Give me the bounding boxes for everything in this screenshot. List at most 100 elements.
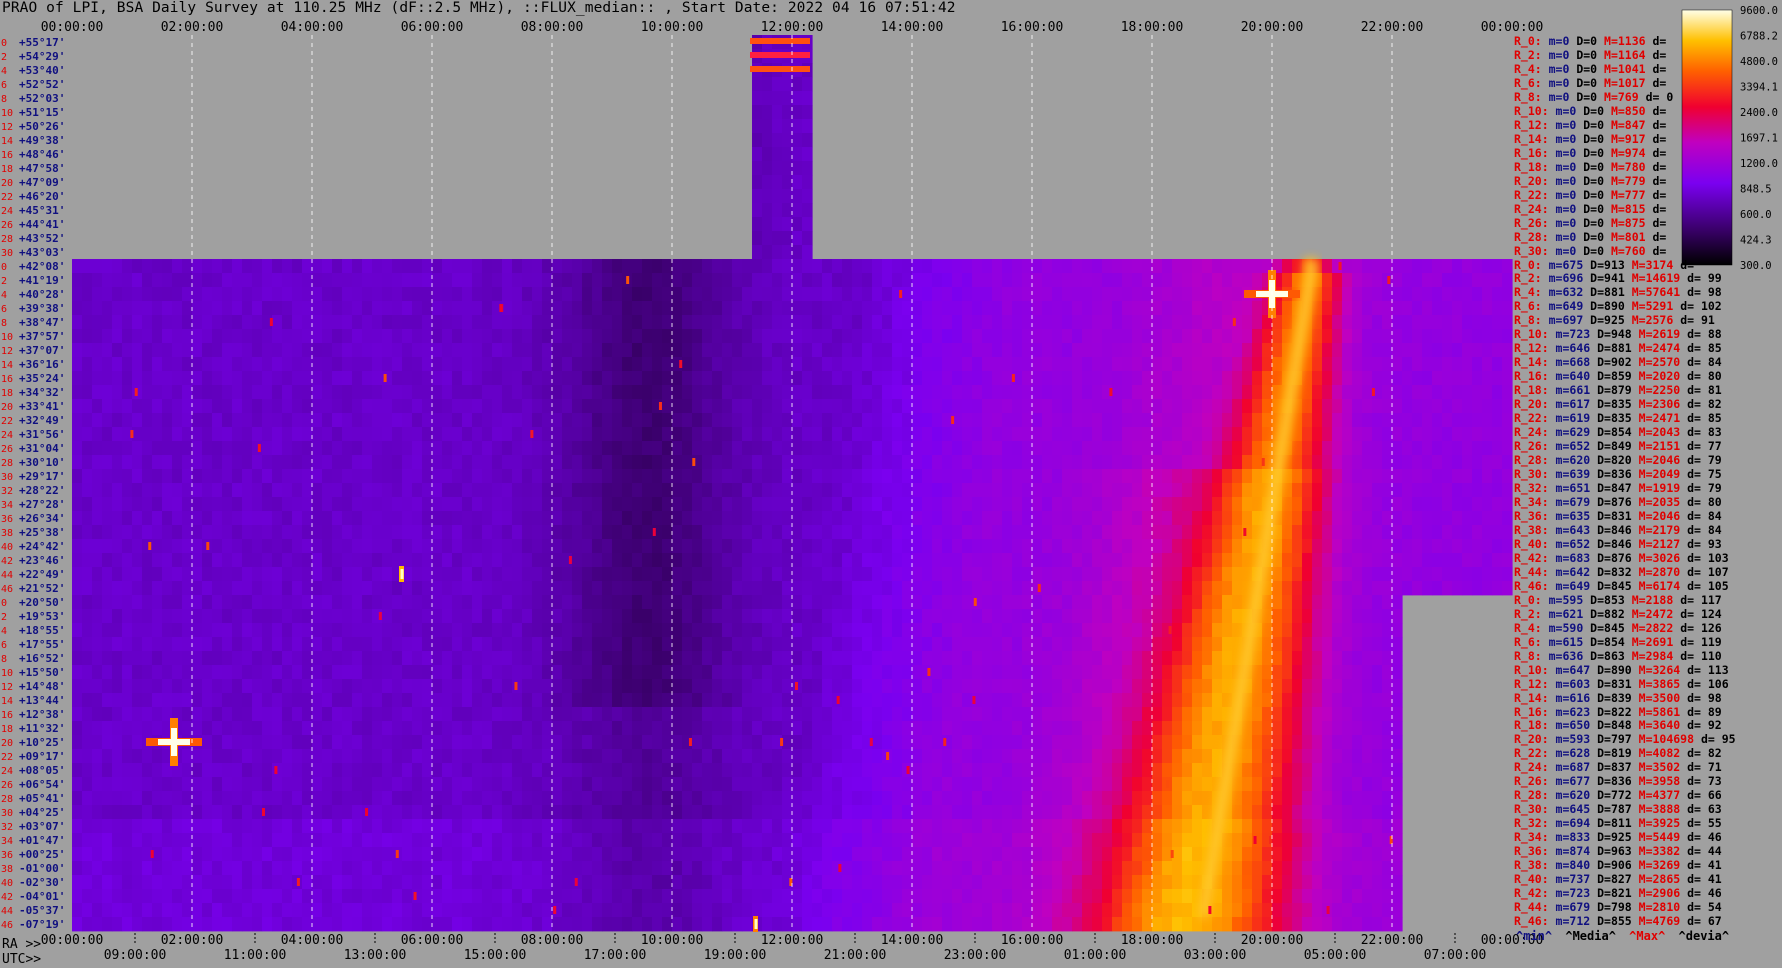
heatmap-cell [1112, 329, 1123, 344]
heatmap-cell [682, 553, 693, 568]
heatmap-cell [232, 385, 243, 400]
heatmap-cell [282, 567, 293, 582]
heatmap-cell [1412, 259, 1423, 274]
heatmap-cell [752, 665, 763, 680]
heatmap-cell [1152, 581, 1163, 596]
heatmap-cell [962, 399, 973, 414]
heatmap-cell [192, 721, 203, 736]
heatmap-cell [1202, 581, 1213, 596]
heatmap-cell [842, 665, 853, 680]
heatmap-cell [532, 553, 543, 568]
heatmap-cell [452, 637, 463, 652]
heatmap-cell [1282, 497, 1293, 512]
heatmap-cell [732, 497, 743, 512]
heatmap-cell [1202, 399, 1213, 414]
heatmap-cell [592, 525, 603, 540]
heatmap-cell [432, 469, 443, 484]
heatmap-cell [162, 469, 173, 484]
heatmap-cell [442, 315, 453, 330]
heatmap-cell [602, 413, 613, 428]
heatmap-cell [262, 441, 273, 456]
heatmap-cell [742, 665, 753, 680]
heatmap-cell [102, 483, 113, 498]
heatmap-cell [362, 357, 373, 372]
heatmap-cell [632, 567, 643, 582]
heatmap-cell [742, 735, 753, 750]
heatmap-cell [1352, 343, 1363, 358]
heatmap-cell [292, 357, 303, 372]
heatmap-cell [882, 679, 893, 694]
heatmap-cell [752, 651, 763, 666]
heatmap-cell [1102, 483, 1113, 498]
heatmap-cell [572, 441, 583, 456]
heatmap-cell [972, 525, 983, 540]
heatmap-cell [1022, 441, 1033, 456]
heatmap-cell [1172, 483, 1183, 498]
heatmap-cell [312, 595, 323, 610]
heatmap-cell [1302, 623, 1313, 638]
heatmap-cell [732, 665, 743, 680]
heatmap-cell [842, 567, 853, 582]
heatmap-cell [822, 329, 833, 344]
heatmap-cell [672, 413, 683, 428]
heatmap-cell [1392, 329, 1403, 344]
heatmap-cell [932, 511, 943, 526]
heatmap-cell [832, 301, 843, 316]
heatmap-cell [362, 665, 373, 680]
heatmap-cell [702, 553, 713, 568]
heatmap-cell [982, 693, 993, 708]
heatmap-cell [152, 413, 163, 428]
heatmap-cell [1252, 693, 1263, 708]
heatmap-cell [762, 595, 773, 610]
heatmap-cell [862, 413, 873, 428]
heatmap-cell [212, 665, 223, 680]
heatmap-cell [1352, 651, 1363, 666]
heatmap-cell [1072, 511, 1083, 526]
heatmap-cell [352, 651, 363, 666]
heatmap-cell [482, 679, 493, 694]
heatmap-cell [442, 651, 453, 666]
heatmap-cell [1052, 623, 1063, 638]
heatmap-cell [262, 511, 273, 526]
heatmap-cell [1172, 259, 1183, 274]
heatmap-cell [592, 595, 603, 610]
heatmap-cell [912, 315, 923, 330]
heatmap-cell [152, 259, 163, 274]
heatmap-cell [112, 595, 123, 610]
heatmap-cell [1092, 469, 1103, 484]
heatmap-cell [752, 315, 763, 330]
heatmap-cell [1022, 693, 1033, 708]
heatmap-cell [1482, 259, 1493, 274]
heatmap-cell [1142, 399, 1153, 414]
heatmap-cell [1342, 427, 1353, 442]
heatmap-cell [1332, 371, 1343, 386]
heatmap-cell [452, 357, 463, 372]
heatmap-cell [772, 203, 783, 218]
heatmap-cell [432, 329, 443, 344]
heatmap-cell [742, 693, 753, 708]
heatmap-cell [542, 623, 553, 638]
heatmap-cell [1412, 497, 1423, 512]
heatmap-cell [1092, 413, 1103, 428]
heatmap-cell [1482, 553, 1493, 568]
heatmap-cell [402, 735, 413, 750]
heatmap-cell [1402, 581, 1413, 596]
heatmap-cell [482, 735, 493, 750]
heatmap-cell [512, 511, 523, 526]
heatmap-cell [222, 259, 233, 274]
heatmap-cell [602, 385, 613, 400]
heatmap-cell [1362, 651, 1373, 666]
heatmap-cell [212, 609, 223, 624]
heatmap-cell [682, 343, 693, 358]
heatmap-cell [1112, 399, 1123, 414]
heatmap-cell [1462, 287, 1473, 302]
heatmap-cell [322, 343, 333, 358]
heatmap-cell [1042, 539, 1053, 554]
heatmap-cell [182, 399, 193, 414]
heatmap-cell [512, 665, 523, 680]
heatmap-cell [532, 665, 543, 680]
heatmap-cell [1072, 679, 1083, 694]
heatmap-cell [352, 497, 363, 512]
heatmap-cell [522, 595, 533, 610]
heatmap-cell [222, 679, 233, 694]
